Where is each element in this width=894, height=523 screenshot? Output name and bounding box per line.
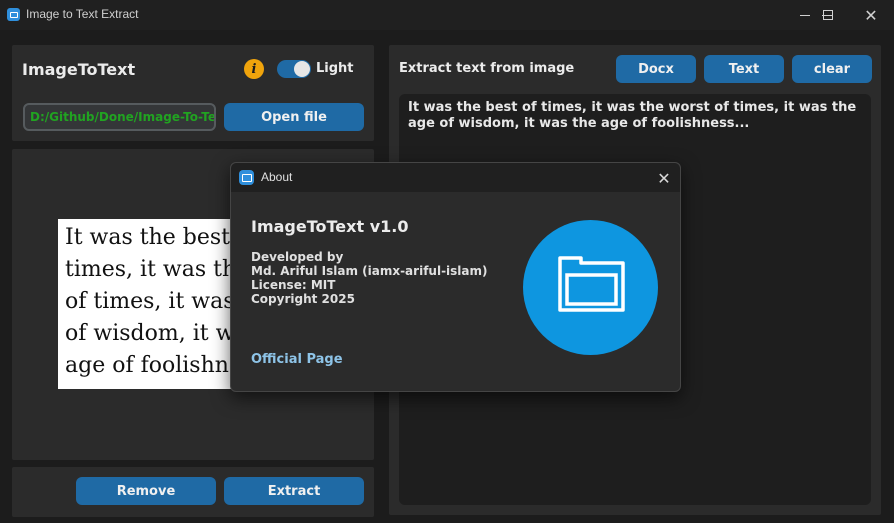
extract-button[interactable]: Extract xyxy=(224,477,364,505)
preview-line: age of foolishness... xyxy=(65,353,236,378)
preview-line: times, it was the wor xyxy=(65,257,236,282)
preview-line: of times, it was the xyxy=(65,289,236,314)
about-app-version: ImageToText v1.0 xyxy=(251,217,409,236)
info-icon[interactable]: i xyxy=(244,59,264,79)
app-icon xyxy=(7,8,20,21)
about-author: Md. Ariful Islam (iamx-ariful-islam) xyxy=(251,264,488,278)
remove-button[interactable]: Remove xyxy=(76,477,216,505)
extract-heading: Extract text from image xyxy=(399,61,575,76)
about-developed-by: Developed by xyxy=(251,250,344,264)
window-title: Image to Text Extract xyxy=(26,7,139,21)
folder-icon xyxy=(558,256,625,312)
official-page-link[interactable]: Official Page xyxy=(251,352,343,367)
maximize-icon xyxy=(823,10,833,20)
app-icon xyxy=(239,170,254,185)
preview-line: It was the best of xyxy=(65,225,236,250)
switch-knob xyxy=(294,61,310,77)
preview-image: It was the best of times, it was the wor… xyxy=(58,219,236,389)
app-name: ImageToText xyxy=(22,60,136,79)
about-dialog: About ✕ ImageToText v1.0 Developed by Md… xyxy=(230,162,681,392)
about-logo xyxy=(523,220,658,355)
clear-button[interactable]: clear xyxy=(792,55,872,83)
docx-button[interactable]: Docx xyxy=(616,55,696,83)
text-button[interactable]: Text xyxy=(704,55,784,83)
about-copyright: Copyright 2025 xyxy=(251,292,355,306)
file-path-field[interactable]: D:/Github/Done/Image-To-Text xyxy=(23,103,216,131)
dialog-close-button[interactable]: ✕ xyxy=(651,166,677,190)
maximize-button[interactable] xyxy=(805,0,851,30)
preview-line: of wisdom, it was th xyxy=(65,321,236,346)
open-file-button[interactable]: Open file xyxy=(224,103,364,131)
window-titlebar: Image to Text Extract xyxy=(0,0,894,30)
dialog-title: About xyxy=(261,170,293,184)
close-icon: ✕ xyxy=(864,5,878,25)
window-close-button[interactable]: ✕ xyxy=(848,0,894,30)
theme-label: Light xyxy=(316,61,354,76)
dialog-titlebar: About ✕ xyxy=(231,163,680,192)
theme-switch[interactable] xyxy=(277,60,311,78)
close-icon: ✕ xyxy=(657,168,671,188)
about-license: License: MIT xyxy=(251,278,336,292)
